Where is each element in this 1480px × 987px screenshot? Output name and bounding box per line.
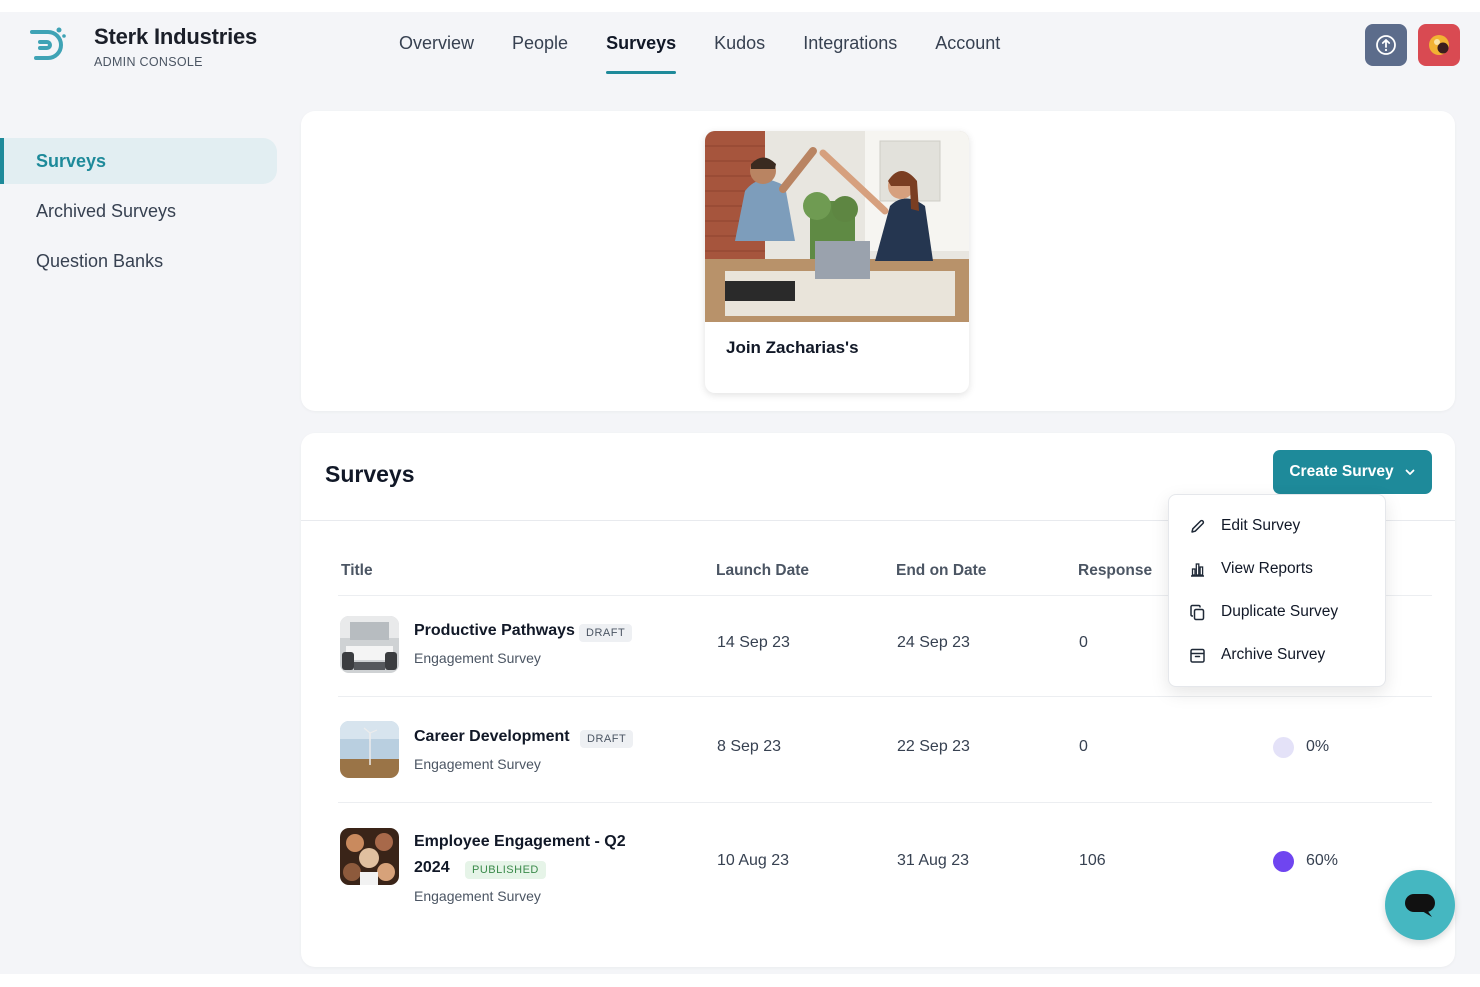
end-date: 22 Sep 23	[897, 738, 970, 755]
survey-type: Engagement Survey	[414, 756, 541, 772]
end-date: 31 Aug 23	[897, 852, 970, 869]
user-avatar-icon	[1429, 35, 1449, 55]
end-date: 24 Sep 23	[897, 634, 970, 651]
brand-subtitle: ADMIN CONSOLE	[94, 55, 203, 69]
chevron-down-icon	[1405, 469, 1415, 475]
survey-thumbnail	[340, 828, 399, 885]
nav-account[interactable]: Account	[916, 30, 1019, 74]
promo-title: Join Zacharias's	[726, 338, 859, 357]
nav-overview[interactable]: Overview	[380, 30, 493, 74]
launch-date: 8 Sep 23	[717, 738, 782, 755]
response-count: 106	[1079, 852, 1106, 869]
promo-card[interactable]: Join Zacharias's	[705, 131, 969, 393]
status-badge: DRAFT	[579, 624, 633, 642]
create-survey-dropdown: Edit Survey View Reports Duplicate Surve…	[1168, 494, 1386, 687]
progress-percent: 60%	[1306, 852, 1339, 869]
progress-dot	[1273, 851, 1294, 872]
create-survey-button[interactable]: Create Survey	[1273, 450, 1432, 494]
brand-logo-icon	[30, 27, 66, 60]
menu-item-label: Archive Survey	[1221, 646, 1326, 663]
survey-thumbnail	[340, 616, 399, 673]
column-header-launch-date[interactable]: Launch Date	[716, 562, 809, 580]
survey-thumbnail	[340, 721, 399, 778]
survey-type: Engagement Survey	[414, 888, 541, 904]
sidebar-item-archived-surveys[interactable]: Archived Surveys	[0, 188, 277, 234]
help-button[interactable]	[1365, 24, 1407, 66]
status-badge: PUBLISHED	[465, 861, 546, 879]
create-survey-label: Create Survey	[1289, 463, 1394, 480]
survey-title[interactable]: Productive Pathways	[414, 622, 575, 640]
sidebar-item-surveys[interactable]: Surveys	[0, 138, 277, 184]
menu-item-edit-survey[interactable]: Edit Survey	[1169, 505, 1385, 547]
column-header-response[interactable]: Response	[1078, 562, 1152, 580]
menu-item-duplicate-survey[interactable]: Duplicate Survey	[1169, 591, 1385, 633]
response-count: 0	[1079, 738, 1088, 755]
sidebar-item-question-banks[interactable]: Question Banks	[0, 238, 277, 284]
survey-title[interactable]: Career Development	[414, 728, 570, 746]
user-avatar-button[interactable]	[1418, 24, 1460, 66]
copy-icon	[1190, 604, 1205, 621]
row-divider	[338, 802, 1432, 803]
nav-people[interactable]: People	[493, 30, 587, 74]
chat-button[interactable]	[1385, 870, 1455, 940]
nav-kudos[interactable]: Kudos	[695, 30, 784, 74]
row-divider	[338, 696, 1432, 697]
pencil-icon	[1191, 519, 1205, 533]
response-count: 0	[1079, 634, 1088, 651]
archive-icon	[1190, 648, 1205, 663]
top-nav: Overview People Surveys Kudos Integratio…	[380, 30, 1019, 74]
progress-percent: 0%	[1306, 738, 1330, 755]
nav-surveys[interactable]: Surveys	[587, 30, 695, 74]
menu-item-archive-survey[interactable]: Archive Survey	[1169, 634, 1385, 676]
column-header-title[interactable]: Title	[341, 562, 373, 580]
launch-date: 14 Sep 23	[717, 634, 790, 651]
survey-title-continued[interactable]: 2024	[414, 859, 450, 877]
brand-name: Sterk Industries	[94, 24, 258, 49]
survey-title[interactable]: Employee Engagement - Q2	[414, 833, 626, 851]
chat-bubble-icon	[1405, 894, 1435, 917]
launch-date: 10 Aug 23	[717, 852, 790, 869]
menu-item-label: Duplicate Survey	[1221, 603, 1339, 620]
nav-integrations[interactable]: Integrations	[784, 30, 916, 74]
column-header-end-date[interactable]: End on Date	[896, 562, 986, 580]
progress-dot	[1273, 737, 1294, 758]
menu-item-label: View Reports	[1221, 560, 1313, 577]
help-circle-icon	[1376, 35, 1396, 55]
bar-chart-icon	[1191, 563, 1204, 577]
surveys-heading: Surveys	[325, 461, 415, 487]
status-badge: DRAFT	[580, 730, 634, 748]
survey-type: Engagement Survey	[414, 650, 541, 666]
menu-item-label: Edit Survey	[1221, 517, 1301, 534]
office-high-five-image	[705, 131, 969, 322]
menu-item-view-reports[interactable]: View Reports	[1169, 548, 1385, 590]
